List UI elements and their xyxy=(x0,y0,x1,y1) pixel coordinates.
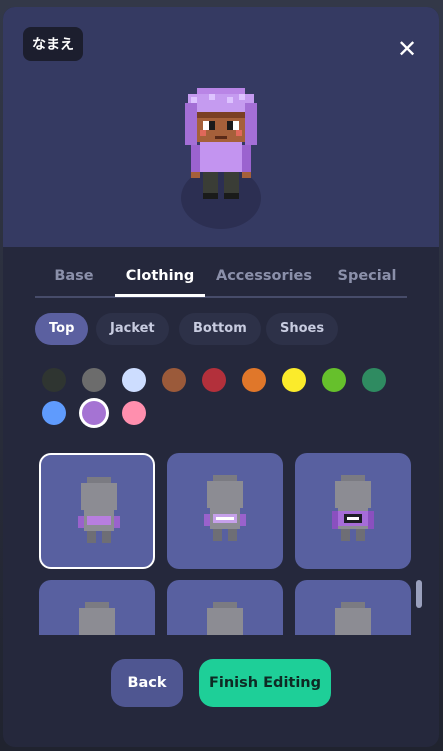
character-preview: なまえ ✕ xyxy=(3,7,439,247)
color-swatch[interactable] xyxy=(202,368,226,392)
tab-accessories[interactable]: Accessories xyxy=(211,262,317,296)
top-item-preview xyxy=(335,602,371,635)
top-item-preview xyxy=(78,477,120,543)
color-swatch[interactable] xyxy=(82,368,106,392)
clothing-item[interactable] xyxy=(295,580,411,635)
subtab-top[interactable]: Top xyxy=(35,313,89,345)
subtab-shoes[interactable]: Shoes xyxy=(266,313,339,345)
category-tabs: Base Clothing Accessories Special xyxy=(35,262,407,298)
color-swatch[interactable] xyxy=(162,368,186,392)
subtab-bottom[interactable]: Bottom xyxy=(179,313,261,345)
color-swatch[interactable] xyxy=(322,368,346,392)
character-editor-panel: なまえ ✕ Base Clothing Accessories Special … xyxy=(3,7,439,747)
top-item-preview xyxy=(207,602,243,635)
tab-base[interactable]: Base xyxy=(35,262,113,296)
top-item-preview xyxy=(204,475,246,541)
clothing-item-grid xyxy=(39,453,411,635)
tab-special[interactable]: Special xyxy=(327,262,407,296)
avatar xyxy=(185,88,257,199)
color-swatch[interactable] xyxy=(82,401,106,425)
clothing-item[interactable] xyxy=(167,453,283,569)
grid-scrollbar[interactable] xyxy=(416,580,422,608)
color-swatch[interactable] xyxy=(42,368,66,392)
close-icon[interactable]: ✕ xyxy=(395,37,419,61)
back-button[interactable]: Back xyxy=(111,659,183,707)
color-swatch[interactable] xyxy=(282,368,306,392)
subtab-jacket[interactable]: Jacket xyxy=(96,313,169,345)
clothing-item[interactable] xyxy=(295,453,411,569)
finish-editing-button[interactable]: Finish Editing xyxy=(199,659,331,707)
clothing-item[interactable] xyxy=(39,453,155,569)
name-tag[interactable]: なまえ xyxy=(23,27,83,61)
top-item-preview xyxy=(332,475,374,541)
color-swatch[interactable] xyxy=(122,368,146,392)
color-swatch[interactable] xyxy=(122,401,146,425)
color-swatch[interactable] xyxy=(242,368,266,392)
tab-clothing[interactable]: Clothing xyxy=(115,262,205,297)
clothing-item[interactable] xyxy=(167,580,283,635)
color-swatch[interactable] xyxy=(362,368,386,392)
top-item-preview xyxy=(79,602,115,635)
color-swatch[interactable] xyxy=(42,401,66,425)
clothing-item[interactable] xyxy=(39,580,155,635)
